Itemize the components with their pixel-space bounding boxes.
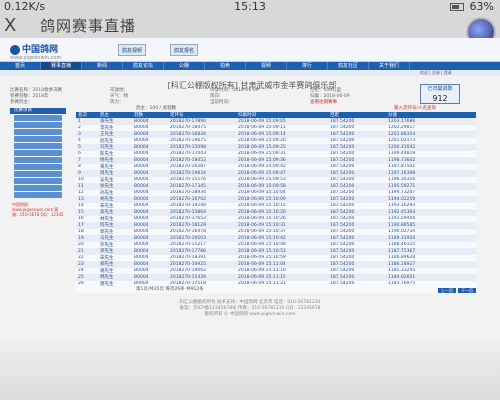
prev-page-button[interactable]: 上一页	[438, 288, 456, 293]
sidebar-item[interactable]	[14, 129, 62, 135]
paging-summary: 第1页/共35页 每页26条 共912条	[136, 287, 204, 292]
page-bottom	[0, 340, 500, 400]
sidebar-item[interactable]	[14, 122, 62, 128]
nav-item-auction[interactable]: 拍卖	[205, 62, 246, 70]
battery-icon	[449, 3, 464, 11]
sidebar-item[interactable]	[14, 164, 62, 170]
table-footer: 第1页/共35页 每页26条 共912条 上一页 下一页	[76, 287, 476, 293]
nav-item-rank[interactable]: 排行	[287, 62, 328, 70]
app-bar: X 鸽网赛事直播	[0, 14, 500, 47]
nav-item-loft[interactable]: 公棚	[164, 62, 205, 70]
sidebar-heading: 比赛项目	[10, 108, 66, 114]
user-links[interactable]: 欢迎 | 注册 | 登录	[0, 70, 500, 76]
sidebar-contact: 中国鸽网 www.pigeonwin.com 客服：010-5678 QQ：12…	[12, 202, 64, 217]
battery-level: 63%	[469, 0, 494, 13]
results-panel: 鸽主：100 / 总羽数 输入足环号/人名查询 名次 鸽主 羽数 足环号 归巢时…	[76, 106, 476, 293]
logo-url: www.pigeonwin.com	[10, 55, 62, 61]
sidebar-item[interactable]	[14, 150, 62, 156]
site-logo[interactable]: 中国鸽网 www.pigeonwin.com	[10, 42, 61, 61]
clock: 15:13	[234, 0, 266, 13]
sidebar-item[interactable]	[14, 115, 62, 121]
site-header: 中国鸽网 www.pigeonwin.com 鸽友视频 鸽友报名	[0, 38, 500, 62]
table-body: 1 张先生 B0004 2018270-17890 2018-06-09 15:09:0…	[76, 118, 476, 287]
nav-item-news[interactable]: 新闻	[82, 62, 123, 70]
sidebar-item[interactable]	[14, 185, 62, 191]
nav-item-about[interactable]: 关于我们	[369, 62, 410, 70]
race-info: 比赛名称：2018春季决赛 司放地： 司放时间：2018-06-09 空距：50…	[10, 88, 410, 106]
logo-icon	[10, 44, 20, 55]
sidebar-item[interactable]	[14, 178, 62, 184]
close-button[interactable]: X	[4, 16, 16, 36]
nav-item-live[interactable]: 赛事直播	[41, 62, 82, 70]
pager: 上一页 下一页	[438, 288, 476, 293]
nav-item-forum[interactable]: 鸽友论坛	[123, 62, 164, 70]
counter-value: 912	[432, 94, 448, 103]
sidebar-item[interactable]	[14, 171, 62, 177]
sidebar: 比赛项目 中国鸽网 www.pigeonwin.com 客服：010-5678 …	[10, 108, 66, 217]
search-link[interactable]: 输入足环号/人名查询	[394, 106, 436, 112]
header-button-video[interactable]: 鸽友视频	[118, 44, 147, 56]
returned-counter: 已归巢鸽数 912	[420, 84, 460, 104]
sidebar-item[interactable]	[14, 136, 62, 142]
nav-item-video[interactable]: 视频	[246, 62, 287, 70]
app-title: 鸽网赛事直播	[40, 17, 137, 35]
site-footer: 科汇公棚版权所有 技术支持：中国鸽网 北京市 电话：010-56781234 备…	[0, 300, 500, 318]
sidebar-item[interactable]	[14, 157, 62, 163]
sidebar-items	[10, 115, 66, 198]
nav-item-community[interactable]: 鸽友社区	[328, 62, 369, 70]
status-right: 63%	[449, 0, 494, 14]
nav-item-home[interactable]: 首页	[0, 62, 41, 70]
status-bar: 0.12K/s 15:13 63%	[0, 0, 500, 14]
results-table: 名次 鸽主 羽数 足环号 归巢时间 空距 分速 1 张先生 B0004 2018270…	[76, 112, 476, 287]
sidebar-item[interactable]	[14, 192, 62, 198]
main-nav: 首页 赛事直播 新闻 鸽友论坛 公棚 拍卖 视频 排行 鸽友社区 关于我们	[0, 62, 500, 70]
header-button-signup[interactable]: 鸽友报名	[170, 44, 199, 56]
next-page-button[interactable]: 下一页	[458, 288, 476, 293]
table-caption: 鸽主：100 / 总羽数 输入足环号/人名查询	[76, 106, 476, 112]
sidebar-item[interactable]	[14, 143, 62, 149]
footer-line: 版权所有 © 中国鸽网 www.pigeonwin.com	[204, 312, 296, 317]
counter-label: 已归巢鸽数	[427, 86, 453, 92]
table-caption-text: 鸽主：100 / 总羽数	[136, 106, 176, 111]
